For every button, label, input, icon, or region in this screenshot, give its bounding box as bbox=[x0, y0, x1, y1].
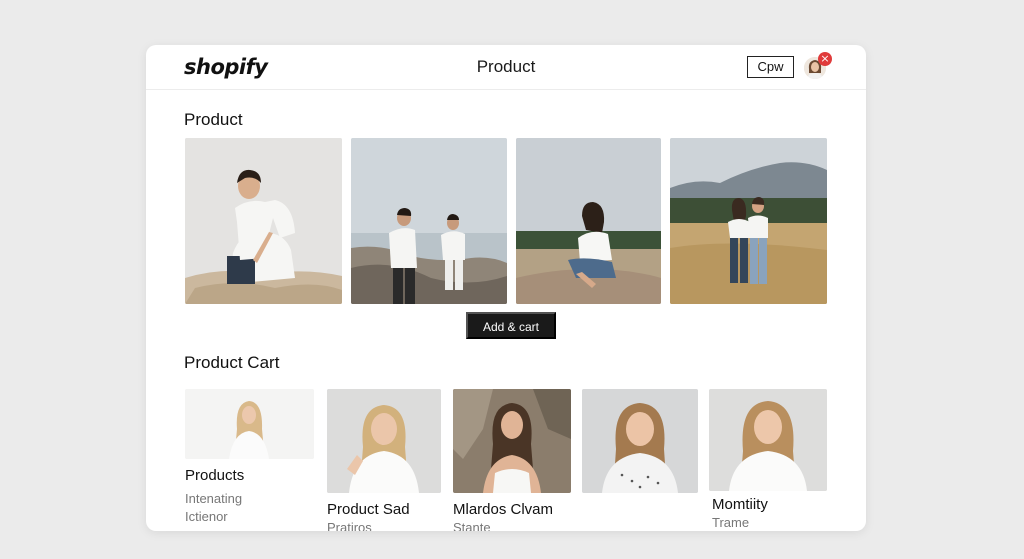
cart-card-4-image[interactable] bbox=[582, 389, 698, 493]
cart-card-1-line-2: Ictienor bbox=[185, 509, 228, 524]
cart-card-1-line-1: Intenating bbox=[185, 491, 243, 506]
man-sitting-on-blanket-photo[interactable] bbox=[185, 138, 342, 304]
cart-card-2-image[interactable] bbox=[327, 389, 441, 493]
add-to-cart-button[interactable]: Add & cart bbox=[466, 312, 556, 339]
gallery-heading: Product bbox=[184, 110, 243, 129]
app-window: shopify Product Cpw × Product Add & cart… bbox=[146, 45, 866, 531]
header-button[interactable]: Cpw bbox=[747, 56, 794, 78]
cart-card-5-title: Momtiity bbox=[712, 496, 768, 513]
cart-heading: Product Cart bbox=[184, 353, 280, 372]
close-icon[interactable]: × bbox=[818, 52, 832, 66]
top-bar: shopify Product Cpw × bbox=[146, 45, 866, 90]
cart-card-3-line-1: Stante bbox=[453, 520, 491, 531]
woman-sitting-on-rock-photo[interactable] bbox=[516, 138, 661, 304]
cart-card-2-title: Product Sad bbox=[327, 501, 410, 518]
couple-in-field-photo[interactable] bbox=[670, 138, 827, 304]
cart-card-3-image[interactable] bbox=[453, 389, 571, 493]
two-men-on-rocks-photo[interactable] bbox=[351, 138, 507, 304]
cart-card-1-image[interactable] bbox=[185, 389, 314, 459]
cart-card-1-title: Products bbox=[185, 467, 245, 484]
cart-card-5-line-1: Trame bbox=[712, 515, 750, 530]
cart-card-5-image[interactable] bbox=[709, 389, 827, 491]
cart-card-2-line-1: Pratiros bbox=[327, 520, 372, 531]
cart-card-3-title: Mlardos Clvam bbox=[453, 501, 554, 518]
